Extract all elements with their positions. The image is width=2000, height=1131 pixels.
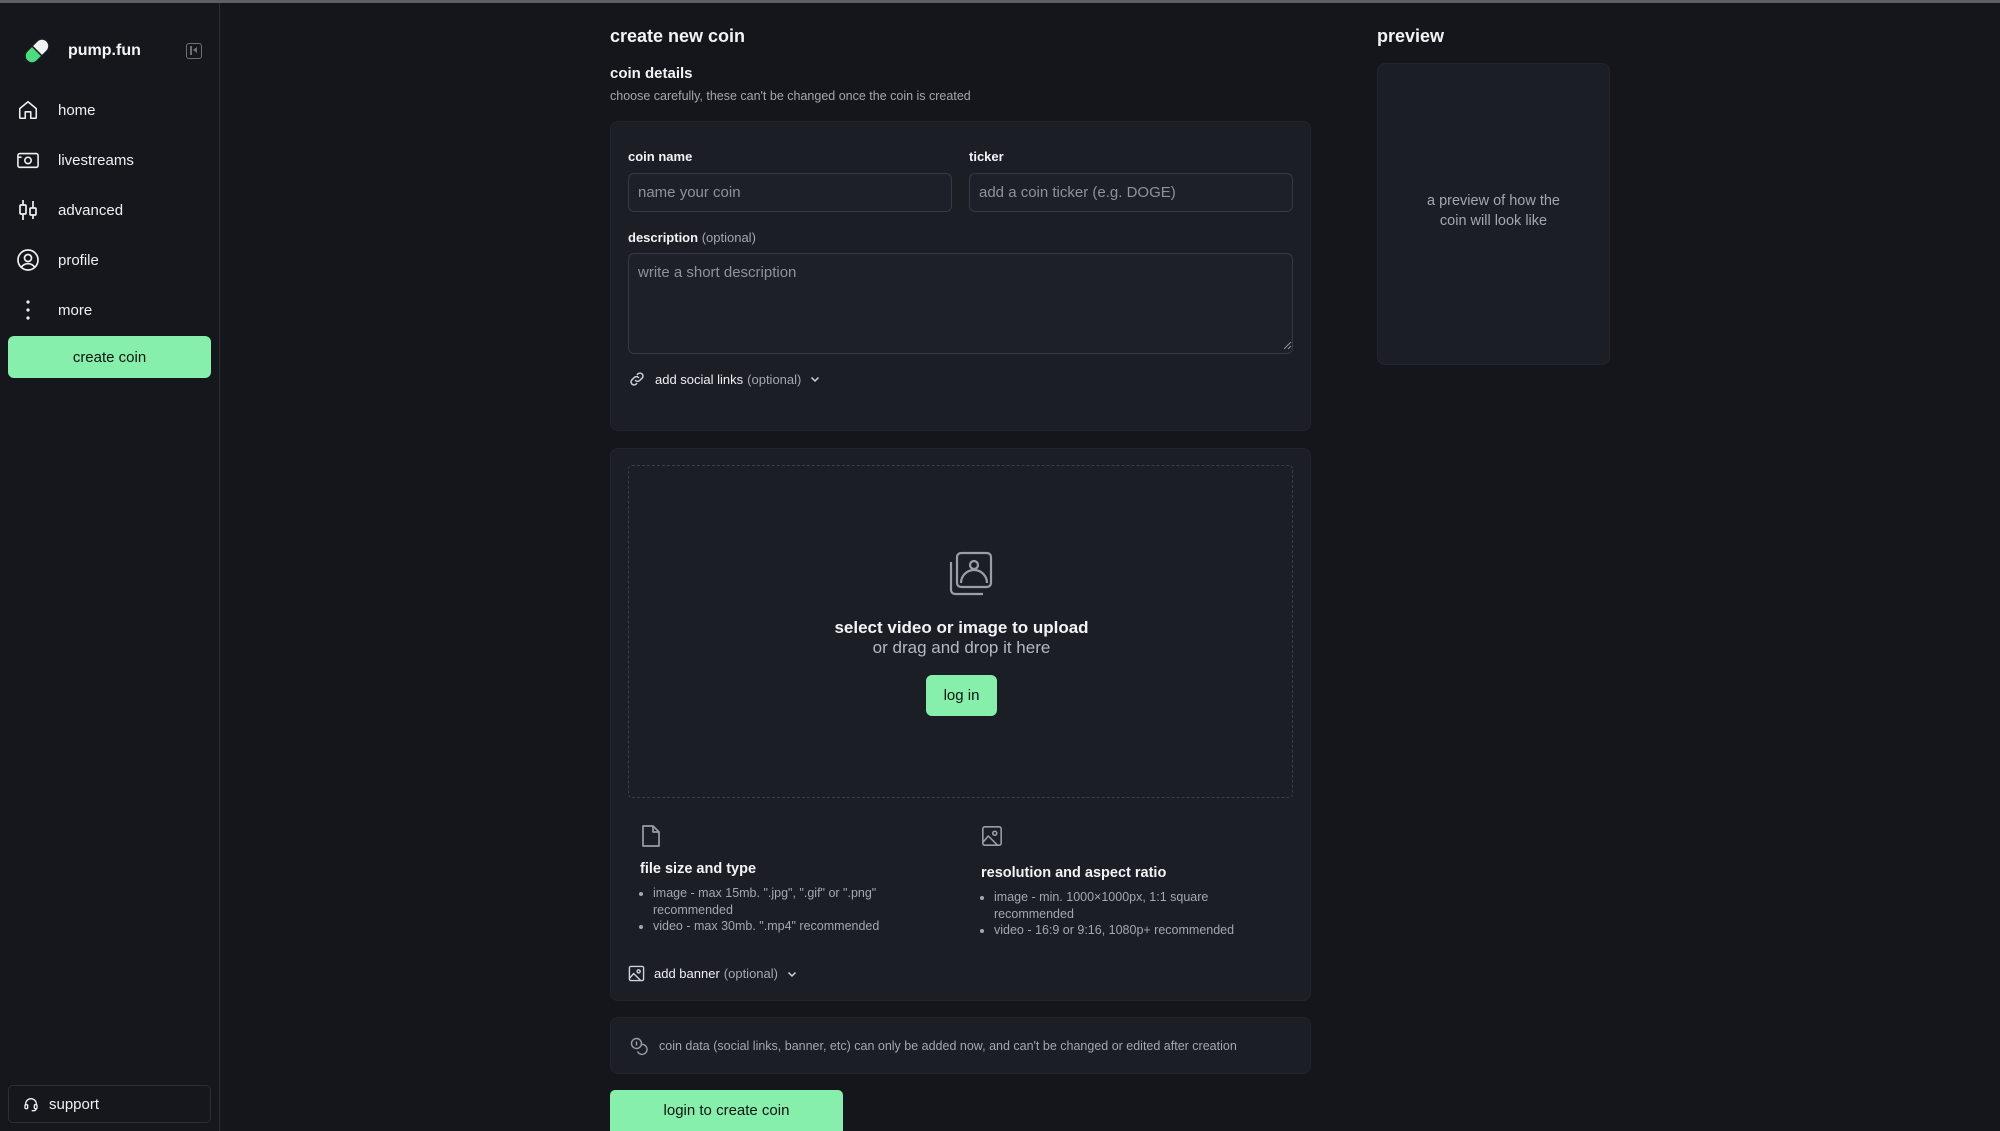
file-info-list: image - max 15mb. ".jpg", ".gif" or ".pn… <box>640 885 940 935</box>
description-label: description (optional) <box>628 230 756 245</box>
optional-tag: (optional) <box>701 230 756 245</box>
notice-card: coin data (social links, banner, etc) ca… <box>610 1017 1311 1074</box>
media-upload-card: select video or image to upload or drag … <box>610 448 1311 1001</box>
coin-details-card: coin name ticker description (optional) … <box>610 121 1311 431</box>
sidebar-item-home[interactable]: home <box>0 85 219 135</box>
sidebar-item-more[interactable]: more <box>0 285 219 335</box>
chevron-down-icon <box>787 971 797 977</box>
headset-icon <box>24 1098 38 1112</box>
resolution-info-title: resolution and aspect ratio <box>981 865 1167 881</box>
sidebar-item-advanced[interactable]: advanced <box>0 185 219 235</box>
section-title: coin details <box>610 65 693 82</box>
preview-placeholder: a preview of how the coin will look like <box>1427 193 1560 229</box>
optional-tag: (optional) <box>723 966 778 981</box>
resolution-info-list: image - min. 1000×1000px, 1:1 square rec… <box>981 889 1281 939</box>
upload-dropzone[interactable]: select video or image to upload or drag … <box>628 465 1293 798</box>
sidebar-item-profile[interactable]: profile <box>0 235 219 285</box>
brand[interactable]: pump.fun <box>20 33 210 69</box>
sidebar-item-label: profile <box>58 251 99 269</box>
upload-title: select video or image to upload <box>834 618 1089 637</box>
sidebar: pump.fun home livestreams advanced profi… <box>0 3 220 1131</box>
sidebar-item-label: more <box>58 301 93 319</box>
support-button[interactable]: support <box>8 1085 211 1123</box>
pill-logo-icon <box>24 38 50 64</box>
log-in-button[interactable]: log in <box>926 675 997 716</box>
social-links-label: add social links <box>655 371 744 387</box>
file-icon <box>642 825 660 847</box>
chevron-down-icon <box>811 376 820 383</box>
coin-preview-card: a preview of how the coin will look like <box>1377 63 1610 365</box>
upload-subtitle: or drag and drop it here <box>872 638 1051 657</box>
section-subtitle: choose carefully, these can't be changed… <box>610 89 971 103</box>
description-textarea[interactable] <box>628 253 1293 354</box>
add-banner-toggle[interactable]: add banner (optional) <box>628 965 798 982</box>
window-top-border <box>0 0 2000 3</box>
page-title: create new coin <box>610 26 746 46</box>
sidebar-item-label: advanced <box>58 201 124 219</box>
file-info-title: file size and type <box>640 861 757 877</box>
optional-tag: (optional) <box>747 371 802 387</box>
link-icon <box>630 372 644 386</box>
sidebar-item-label: home <box>58 101 96 119</box>
sidebar-item-label: livestreams <box>58 151 134 169</box>
brand-name: pump.fun <box>68 42 141 59</box>
file-info: file size and type image - max 15mb. ".j… <box>640 824 940 935</box>
collapse-sidebar-icon[interactable] <box>186 43 202 59</box>
resize-handle-icon[interactable] <box>1283 341 1292 350</box>
resolution-info: resolution and aspect ratio image - min.… <box>981 824 1281 939</box>
list-item: image - min. 1000×1000px, 1:1 square rec… <box>994 889 1281 922</box>
coin-name-input[interactable] <box>628 173 952 212</box>
login-to-create-coin-button[interactable]: login to create coin <box>610 1090 843 1131</box>
list-item: video - max 30mb. ".mp4" recommended <box>653 918 940 935</box>
list-item: image - max 15mb. ".jpg", ".gif" or ".pn… <box>653 885 940 918</box>
image-icon <box>982 826 1002 846</box>
support-label: support <box>49 1095 100 1113</box>
list-item: video - 16:9 or 9:16, 1080p+ recommended <box>994 922 1281 939</box>
add-social-links-toggle[interactable]: add social links (optional) <box>628 370 821 388</box>
user-circle-icon <box>16 248 40 272</box>
coins-icon <box>630 1037 648 1055</box>
description-label-text: description <box>628 230 699 245</box>
ticker-input[interactable] <box>969 173 1293 212</box>
sidebar-nav: home livestreams advanced profile more <box>0 85 219 335</box>
create-coin-button[interactable]: create coin <box>8 336 211 378</box>
sidebar-item-livestreams[interactable]: livestreams <box>0 135 219 185</box>
notice-text: coin data (social links, banner, etc) ca… <box>659 1038 1237 1053</box>
home-icon <box>16 98 40 122</box>
image-icon <box>628 965 645 982</box>
banner-label: add banner <box>654 966 720 981</box>
image-upload-icon <box>949 551 993 596</box>
candlestick-icon <box>16 198 40 222</box>
more-vertical-icon <box>16 298 40 322</box>
coin-name-label: coin name <box>628 149 693 164</box>
preview-title: preview <box>1377 26 1445 46</box>
ticker-label: ticker <box>969 149 1004 164</box>
camera-icon <box>16 148 40 172</box>
